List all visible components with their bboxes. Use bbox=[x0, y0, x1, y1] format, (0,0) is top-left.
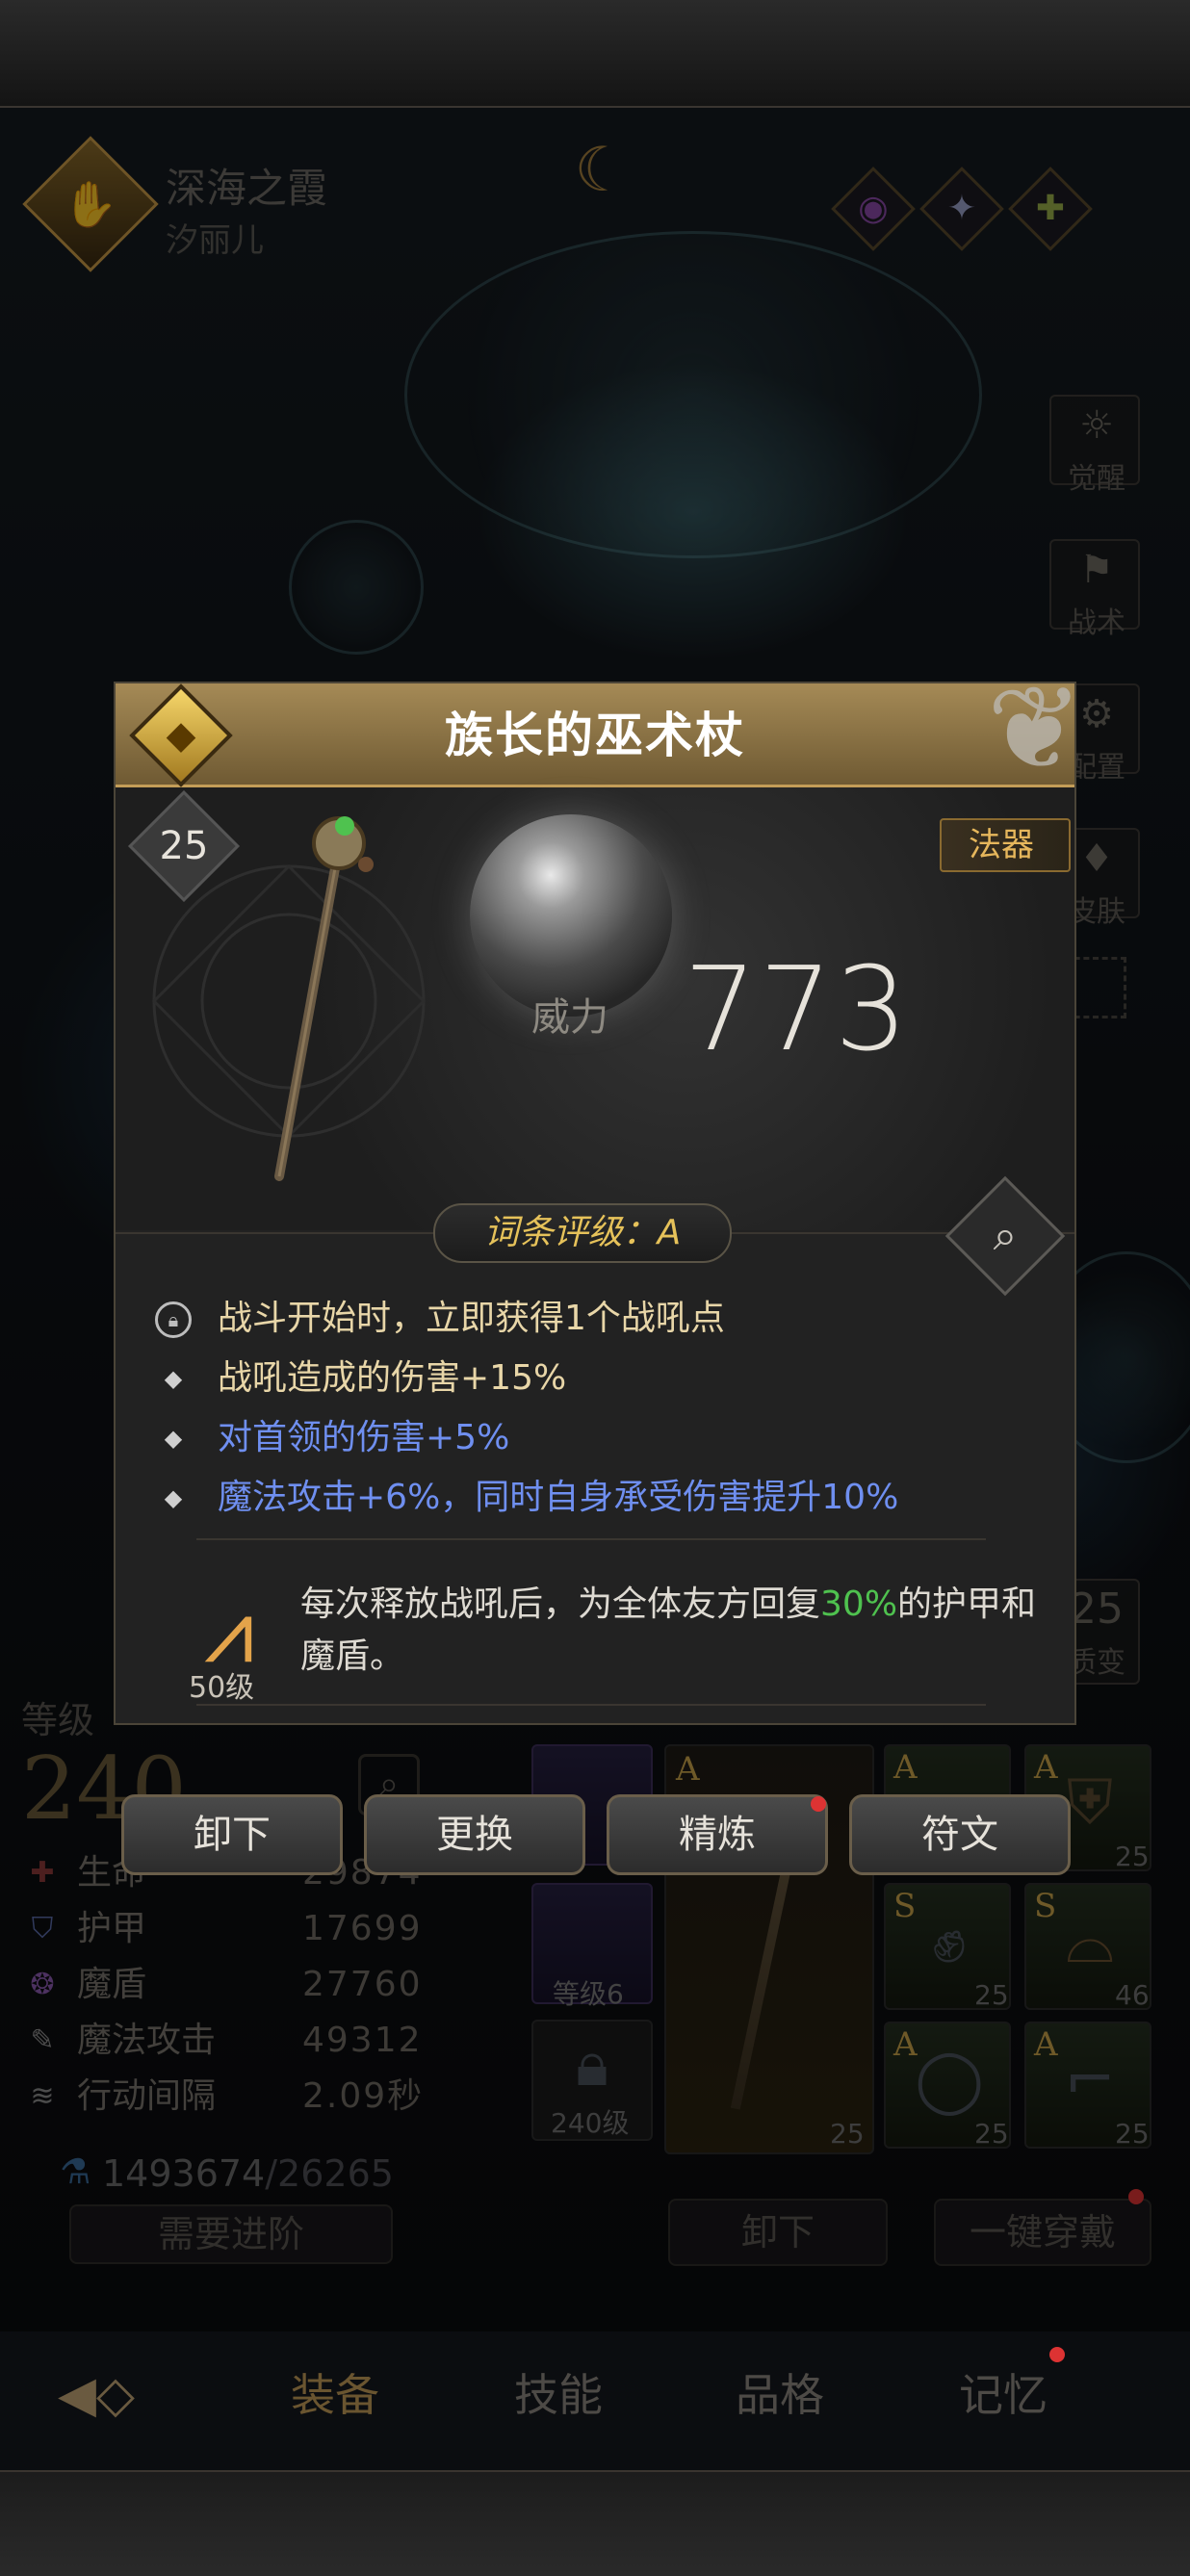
magnifier-icon: ⌕ bbox=[993, 1211, 1018, 1260]
set-bonus-part: 每次释放战吼后，为全体友方回复 bbox=[300, 1584, 821, 1624]
peak-icon: ⩘ bbox=[204, 1580, 254, 1683]
set-bonus-level: 50级 bbox=[189, 1671, 255, 1705]
diamond-icon: ◆ bbox=[166, 713, 196, 758]
set-bonus-text: 每次释放战吼后，为全体友方回复30%的护甲和魔盾。 bbox=[300, 1579, 1051, 1683]
affix-row: ◆ 对首领的伤害+5% bbox=[154, 1411, 1059, 1465]
bullet-icon: ◆ bbox=[164, 1365, 183, 1392]
tab-memory[interactable]: 记忆 bbox=[959, 2360, 1048, 2424]
wing-ornament-icon: ❦ bbox=[986, 662, 1084, 796]
replace-button[interactable]: 更换 bbox=[364, 1794, 585, 1875]
back-button[interactable]: ◀◇ bbox=[0, 2345, 202, 2445]
notification-dot bbox=[1049, 2347, 1065, 2362]
top-frame bbox=[0, 0, 1190, 108]
item-level: 25 bbox=[159, 824, 209, 868]
affix-row: ◆ 魔法攻击+6%，同时自身承受伤害提升10% bbox=[154, 1471, 1059, 1525]
item-name: 族长的巫术杖 bbox=[445, 708, 745, 763]
notification-dot bbox=[811, 1796, 826, 1812]
affix-text: 战吼造成的伤害+15% bbox=[218, 1358, 567, 1398]
affix-text: 对首领的伤害+5% bbox=[218, 1418, 510, 1457]
affix-rating: 词条评级：A bbox=[483, 1213, 682, 1252]
back-arrow-icon: ◀◇ bbox=[58, 2366, 135, 2424]
bullet-icon: ◆ bbox=[164, 1484, 183, 1511]
item-type: 法器 bbox=[969, 826, 1034, 864]
power-label: 威力 bbox=[531, 995, 608, 1040]
affix-row: ◆ 战吼造成的伤害+15% bbox=[154, 1352, 1059, 1405]
divider bbox=[196, 1704, 986, 1706]
tab-skills[interactable]: 技能 bbox=[514, 2360, 603, 2424]
unequip-button[interactable]: 卸下 bbox=[121, 1794, 343, 1875]
bottom-frame bbox=[0, 2470, 1190, 2576]
lock-icon: 🔒︎ bbox=[154, 1292, 193, 1346]
bullet-icon: ◆ bbox=[164, 1425, 183, 1452]
tab-equipment[interactable]: 装备 bbox=[291, 2360, 379, 2424]
tab-character[interactable]: 品格 bbox=[736, 2360, 824, 2424]
affix-text: 魔法攻击+6%，同时自身承受伤害提升10% bbox=[218, 1478, 899, 1517]
affix-text: 战斗开始时，立即获得1个战吼点 bbox=[218, 1299, 725, 1338]
rune-button[interactable]: 符文 bbox=[849, 1794, 1071, 1875]
power-value: 773 bbox=[684, 943, 911, 1077]
refine-button[interactable]: 精炼 bbox=[607, 1794, 828, 1875]
set-bonus-percent: 30% bbox=[820, 1584, 898, 1624]
affix-row: 🔒︎ 战斗开始时，立即获得1个战吼点 bbox=[154, 1292, 1059, 1346]
divider bbox=[196, 1538, 986, 1540]
staff-icon bbox=[274, 816, 374, 1181]
